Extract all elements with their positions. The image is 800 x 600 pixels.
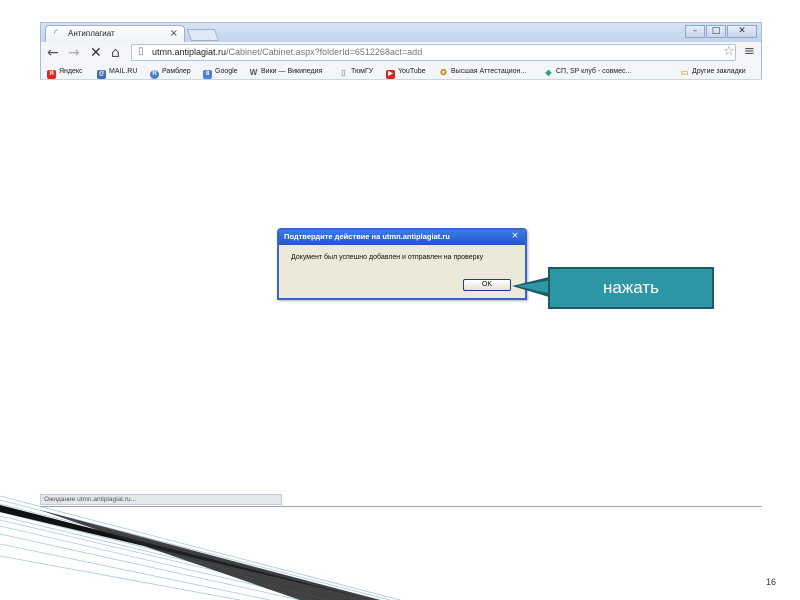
back-icon[interactable]: ←	[47, 44, 59, 62]
tab-antiplagiat[interactable]: ◜ Антиплагиат ×	[45, 25, 185, 43]
yandex-icon: Я	[47, 70, 56, 79]
bookmark-youtube[interactable]: ▶ YouTube	[386, 65, 426, 79]
callout-box: нажать	[548, 267, 714, 309]
bookmark-vak[interactable]: ✪ Высшая Аттестацион...	[439, 65, 526, 78]
youtube-icon: ▶	[386, 70, 395, 79]
url-host: utmn.antiplagiat.ru	[152, 47, 227, 57]
sp-icon: ◆	[545, 68, 552, 77]
mailru-icon: @	[97, 70, 106, 79]
menu-icon[interactable]: ≡	[744, 44, 755, 60]
forward-icon[interactable]: →	[68, 44, 80, 62]
dialog-message: Документ был успешно добавлен и отправле…	[291, 254, 484, 261]
tab-close-icon[interactable]: ×	[170, 28, 178, 39]
ok-button[interactable]: OK	[463, 279, 511, 291]
bookmark-sp-club[interactable]: ◆ СП, SP клуб - совмес...	[544, 65, 631, 78]
bookmark-rambler[interactable]: R Рамблер	[150, 65, 191, 79]
stop-icon[interactable]: ✕	[90, 44, 102, 62]
bookmark-yandex[interactable]: Я Яндекс	[47, 65, 83, 79]
bookmark-tyumgu[interactable]: ▯ ТюмГУ	[339, 65, 373, 78]
maximize-button[interactable]: □	[706, 25, 726, 38]
rambler-icon: R	[150, 70, 159, 79]
minimize-button[interactable]: –	[685, 25, 705, 38]
new-tab-button[interactable]	[186, 29, 220, 41]
page-icon: ▯	[341, 68, 346, 77]
dialog-close-icon[interactable]: ×	[508, 231, 522, 243]
url-path: /Cabinet/Cabinet.aspx?folderId=6512268ac…	[226, 47, 423, 57]
window-bottom-border	[40, 506, 762, 507]
wikipedia-icon: W	[249, 68, 258, 77]
bookmark-wikipedia[interactable]: W Вики — Википедия	[249, 65, 323, 78]
vak-icon: ✪	[440, 68, 447, 77]
loading-icon: ◜	[54, 28, 58, 39]
navigation-toolbar: ← → ✕ ⌂ ▯ utmn.antiplagiat.ru/Cabinet/Ca…	[40, 42, 762, 64]
folder-icon: ▭	[680, 68, 689, 77]
dialog-title-bar: Подтвердите действие на utmn.antiplagiat…	[279, 230, 525, 245]
dialog-title: Подтвердите действие на utmn.antiplagiat…	[284, 232, 450, 241]
window-controls: – □ ✕	[684, 25, 757, 38]
url-text: utmn.antiplagiat.ru/Cabinet/Cabinet.aspx…	[152, 47, 422, 57]
bookmark-other[interactable]: ▭ Другие закладки	[680, 65, 746, 78]
close-window-button[interactable]: ✕	[727, 25, 757, 38]
title-bar: ◜ Антиплагиат × – □ ✕	[40, 22, 762, 43]
google-icon: 8	[203, 70, 212, 79]
bookmark-mailru[interactable]: @ MAIL.RU	[97, 65, 137, 79]
tab-title: Антиплагиат	[68, 29, 115, 38]
bookmark-star-icon[interactable]: ☆	[723, 44, 735, 60]
bookmark-google[interactable]: 8 Google	[203, 65, 238, 79]
address-bar[interactable]: ▯ utmn.antiplagiat.ru/Cabinet/Cabinet.as…	[131, 44, 736, 61]
bookmarks-bar: Я Яндекс @ MAIL.RU R Рамблер 8 Google W Вики …	[40, 64, 762, 80]
page-icon: ▯	[138, 46, 144, 57]
decorative-wedge	[0, 505, 372, 600]
page-number: 16	[766, 577, 777, 587]
status-text: Ожидание utmn.antiplagiat.ru...	[44, 496, 136, 503]
callout-text: нажать	[603, 278, 659, 297]
confirm-dialog: Подтвердите действие на utmn.antiplagiat…	[277, 228, 527, 300]
home-icon[interactable]: ⌂	[111, 44, 120, 62]
status-bar: Ожидание utmn.antiplagiat.ru...	[40, 494, 282, 505]
